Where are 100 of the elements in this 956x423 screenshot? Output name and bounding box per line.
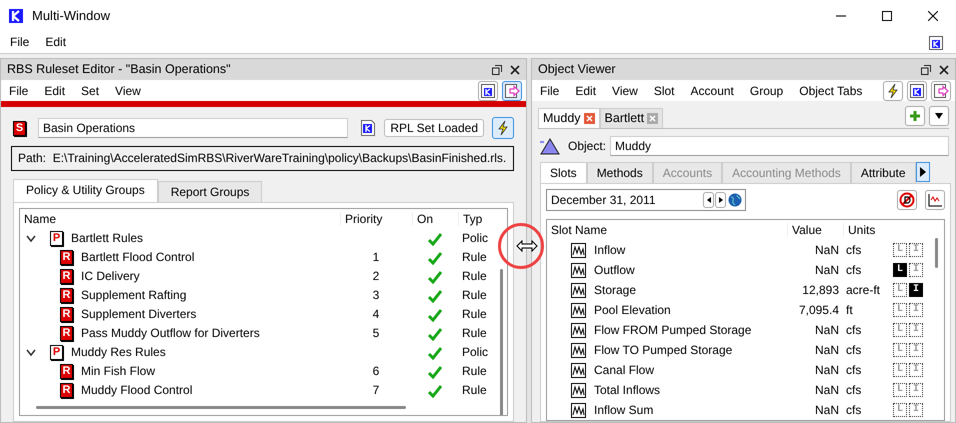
- table-cell-text: cfs: [845, 362, 862, 378]
- window-title: Multi-Window: [32, 8, 112, 24]
- no-entry-icon[interactable]: [899, 192, 915, 208]
- tree-item[interactable]: Supplement Diverters: [81, 307, 196, 322]
- flag-indicator: I: [909, 403, 923, 418]
- column-header[interactable]: Priority: [340, 212, 412, 226]
- menu-item[interactable]: Set: [73, 84, 108, 98]
- tab[interactable]: Policy & Utility Groups: [13, 178, 158, 202]
- flag-indicator: I: [909, 323, 923, 338]
- slot-name[interactable]: Inflow: [594, 242, 626, 258]
- tab[interactable]: Slots: [540, 162, 587, 184]
- scrollbar[interactable]: [500, 269, 503, 415]
- menu-item[interactable]: File: [532, 84, 568, 98]
- column-header[interactable]: Typ: [458, 212, 498, 226]
- slot-name[interactable]: Total Inflows: [594, 382, 660, 398]
- table-cell: 7: [372, 383, 380, 398]
- tree-item[interactable]: Supplement Rafting: [81, 288, 186, 303]
- tab[interactable]: Bartlett: [600, 108, 664, 128]
- column-header[interactable]: Slot Name: [547, 222, 787, 238]
- table-cell-text: NaN: [814, 382, 840, 398]
- tab[interactable]: Report Groups: [158, 180, 262, 202]
- table-cell-text: cfs: [845, 242, 862, 258]
- table-cell: 3: [372, 288, 380, 302]
- object-field[interactable]: Muddy: [610, 136, 949, 156]
- tree-item[interactable]: Bartlett Rules: [71, 231, 144, 246]
- menu-item[interactable]: Edit: [36, 84, 74, 98]
- tree-item[interactable]: Muddy Flood Control: [81, 383, 192, 398]
- tree-item[interactable]: IC Delivery: [81, 269, 140, 284]
- table-cell: 4: [372, 307, 380, 322]
- close-icon[interactable]: [939, 64, 949, 75]
- tree-item[interactable]: Min Fish Flow: [81, 364, 156, 379]
- table-cell-text: acre-ft: [845, 282, 882, 298]
- column-header[interactable]: Units: [843, 222, 889, 238]
- plot-icon[interactable]: [927, 193, 943, 208]
- undock-icon: [504, 82, 520, 99]
- column-header[interactable]: On: [412, 212, 458, 226]
- column-header[interactable]: Value: [787, 222, 843, 238]
- series-icon: [571, 362, 586, 378]
- tree-item[interactable]: Bartlett Flood Control: [81, 250, 194, 265]
- app-logo-icon: [8, 8, 24, 24]
- restore-icon[interactable]: [921, 64, 931, 75]
- slot-name[interactable]: Inflow Sum: [594, 402, 654, 418]
- menu-item[interactable]: File: [2, 35, 38, 50]
- tab[interactable]: Methods: [586, 162, 653, 184]
- table-cell: 1: [372, 250, 380, 264]
- set-icon: S: [13, 120, 26, 136]
- next-icon[interactable]: [716, 195, 724, 206]
- restore-icon[interactable]: [492, 64, 502, 75]
- series-icon: [571, 242, 586, 258]
- tree-item[interactable]: Pass Muddy Outflow for Diverters: [81, 326, 260, 341]
- menu-item[interactable]: Slot: [646, 84, 683, 98]
- flag-indicator: I: [909, 303, 923, 318]
- table-cell-text: cfs: [845, 402, 862, 418]
- window-icon: [909, 82, 925, 99]
- series-icon: [571, 342, 586, 358]
- series-icon: [571, 322, 586, 338]
- tree-item[interactable]: Muddy Res Rules: [71, 345, 166, 360]
- close-icon[interactable]: [928, 11, 938, 21]
- menu-item[interactable]: Edit: [37, 35, 74, 50]
- scrollbar[interactable]: [935, 238, 938, 268]
- document-icon[interactable]: [360, 119, 376, 138]
- slot-name[interactable]: Pool Elevation: [594, 302, 671, 318]
- table-cell-text: Rule: [461, 326, 488, 341]
- flag-indicator: L: [893, 243, 907, 258]
- menu-item[interactable]: View: [604, 84, 646, 98]
- slot-name[interactable]: Flow TO Pumped Storage: [594, 342, 732, 358]
- add-icon[interactable]: [909, 110, 921, 122]
- close-icon[interactable]: [510, 64, 520, 75]
- series-icon: [571, 302, 586, 318]
- dropdown-icon[interactable]: [934, 112, 944, 120]
- slot-name[interactable]: Flow FROM Pumped Storage: [594, 322, 752, 338]
- globe-icon[interactable]: [728, 193, 742, 208]
- slot-name[interactable]: Storage: [594, 282, 636, 298]
- previous-icon[interactable]: [704, 195, 712, 206]
- column-header[interactable]: Name: [20, 212, 340, 226]
- status-button[interactable]: RPL Set Loaded: [384, 119, 484, 138]
- scrollbar[interactable]: [36, 406, 406, 409]
- menu-item[interactable]: View: [107, 84, 149, 98]
- scroll-right-icon[interactable]: [920, 167, 926, 178]
- slot-name[interactable]: Outflow: [594, 262, 635, 278]
- lightning-icon: [496, 120, 510, 136]
- table-cell-text: NaN: [814, 242, 840, 258]
- menu-item[interactable]: Account: [682, 84, 742, 98]
- menu-item[interactable]: File: [1, 84, 36, 98]
- slot-name[interactable]: Canal Flow: [594, 362, 654, 378]
- name-field[interactable]: Basin Operations: [38, 118, 348, 138]
- menu-item[interactable]: Object Tabs: [791, 84, 870, 98]
- table-cell-text: NaN: [814, 342, 840, 358]
- table-cell-text: NaN: [814, 402, 840, 418]
- series-icon: [571, 282, 586, 298]
- field-label: Object:: [568, 139, 606, 154]
- tab[interactable]: Attribute: [850, 162, 916, 184]
- menu-item[interactable]: Group: [742, 84, 792, 98]
- window-icon: [928, 34, 944, 50]
- chevron-down-icon[interactable]: [26, 348, 36, 356]
- chevron-down-icon[interactable]: [26, 234, 36, 242]
- menu-item[interactable]: Edit: [567, 84, 604, 98]
- maximize-icon[interactable]: [882, 11, 892, 21]
- resize-cursor-icon: [516, 239, 538, 253]
- tab[interactable]: Muddy: [538, 108, 600, 128]
